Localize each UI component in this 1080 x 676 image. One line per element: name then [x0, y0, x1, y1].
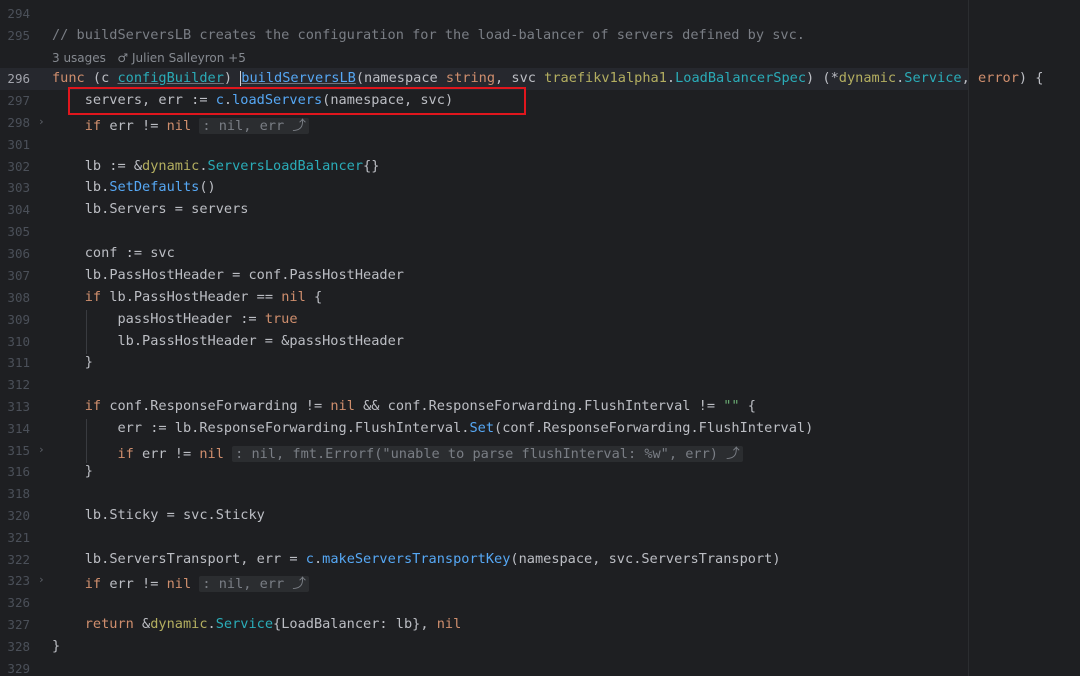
code-line[interactable]: lb.Sticky = svc.Sticky [52, 507, 265, 523]
line-number: 303 [7, 180, 30, 195]
code-line[interactable]: if err != nil : nil, fmt.Errorf("unable … [52, 442, 743, 462]
right-margin-guide [968, 0, 969, 676]
line-number: 306 [7, 246, 30, 261]
code-line[interactable]: // buildServersLB creates the configurat… [52, 27, 805, 43]
line-number: 312 [7, 377, 30, 392]
line-number: 301 [7, 137, 30, 152]
code-line[interactable]: lb.ServersTransport, err = c.makeServers… [52, 551, 781, 567]
return-hint[interactable]: : nil, err ⤴ [199, 118, 309, 134]
line-number: 321 [7, 530, 30, 545]
code-line[interactable]: lb.Servers = servers [52, 201, 249, 217]
code-line[interactable]: if err != nil : nil, err ⤴ [52, 114, 309, 134]
return-arrow-icon: ⤴ [292, 576, 306, 592]
line-number: 295 [7, 28, 30, 43]
line-number: 310 [7, 334, 30, 349]
return-arrow-icon: ⤴ [726, 446, 740, 462]
code-line[interactable]: if err != nil : nil, err ⤴ [52, 572, 309, 592]
return-hint[interactable]: : nil, err ⤴ [199, 576, 309, 592]
line-number: 318 [7, 486, 30, 501]
code-line[interactable]: return &dynamic.Service{LoadBalancer: lb… [52, 616, 462, 632]
line-number: 323 [7, 573, 30, 588]
author-info[interactable]: Julien Salleyron +5 [132, 51, 246, 65]
code-editor[interactable]: 294 295 296 297 298 301 302 303 304 305 … [0, 0, 1080, 676]
line-number: 322 [7, 552, 30, 567]
code-line[interactable]: passHostHeader := true [52, 311, 297, 327]
line-number: 328 [7, 639, 30, 654]
code-line[interactable]: } [52, 463, 93, 479]
code-line[interactable]: lb.PassHostHeader = &passHostHeader [52, 333, 403, 349]
code-line[interactable]: conf := svc [52, 245, 175, 261]
line-number: 298 [7, 115, 30, 130]
line-number: 304 [7, 202, 30, 217]
line-number: 316 [7, 464, 30, 479]
code-line[interactable]: if conf.ResponseForwarding != nil && con… [52, 398, 756, 414]
line-number: 307 [7, 268, 30, 283]
code-line[interactable]: if lb.PassHostHeader == nil { [52, 289, 322, 305]
chevron-right-icon[interactable]: › [38, 573, 45, 586]
highlight-box [68, 87, 526, 115]
line-number: 294 [7, 6, 30, 21]
code-line[interactable]: } [52, 354, 93, 370]
line-number: 308 [7, 290, 30, 305]
return-hint[interactable]: : nil, fmt.Errorf("unable to parse flush… [232, 446, 743, 462]
code-line[interactable]: } [52, 638, 60, 654]
line-number: 296 [7, 71, 30, 86]
line-number: 309 [7, 312, 30, 327]
code-line[interactable]: func (c configBuilder) buildServersLB(na… [52, 70, 1043, 86]
usages-inlay[interactable]: 3 usages ♂ Julien Salleyron +5 [52, 51, 246, 65]
line-number: 302 [7, 159, 30, 174]
line-number: 313 [7, 399, 30, 414]
code-line[interactable]: lb := &dynamic.ServersLoadBalancer{} [52, 158, 380, 174]
line-number: 320 [7, 508, 30, 523]
code-line[interactable]: lb.PassHostHeader = conf.PassHostHeader [52, 267, 404, 283]
line-number: 329 [7, 661, 30, 676]
line-number: 311 [7, 355, 30, 370]
line-number: 314 [7, 421, 30, 436]
line-number: 315 [7, 443, 30, 458]
code-line[interactable]: err := lb.ResponseForwarding.FlushInterv… [52, 420, 813, 436]
line-number: 297 [7, 93, 30, 108]
code-line[interactable]: lb.SetDefaults() [52, 179, 216, 195]
line-number: 327 [7, 617, 30, 632]
usages-count[interactable]: 3 usages [52, 51, 106, 65]
line-number: 305 [7, 224, 30, 239]
line-number: 326 [7, 595, 30, 610]
return-arrow-icon: ⤴ [292, 118, 306, 134]
chevron-right-icon[interactable]: › [38, 443, 45, 456]
person-icon: ♂ [117, 51, 129, 65]
chevron-right-icon[interactable]: › [38, 115, 45, 128]
